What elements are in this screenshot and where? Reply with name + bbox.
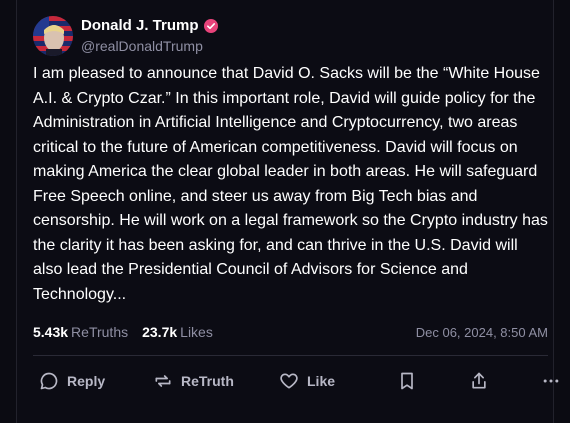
author-handle[interactable]: @realDonaldTrump <box>81 38 203 54</box>
likes-count[interactable]: 23.7k <box>142 324 177 340</box>
verified-badge-icon <box>203 18 218 33</box>
bookmark-icon <box>401 372 413 390</box>
more-options-button[interactable] <box>541 367 561 395</box>
retruth-icon <box>155 375 171 387</box>
post-timestamp[interactable]: Dec 06, 2024, 8:50 AM <box>416 325 548 340</box>
retruths-count[interactable]: 5.43k <box>33 324 68 340</box>
author-display-name[interactable]: Donald J. Trump <box>81 17 199 34</box>
post-text: I am pleased to announce that David O. S… <box>33 65 548 303</box>
avatar[interactable] <box>33 16 73 56</box>
post-card: Donald J. Trump @realDonaldTrump I am pl… <box>16 0 559 423</box>
share-button[interactable] <box>469 367 489 395</box>
retruths-label[interactable]: ReTruths <box>71 324 128 340</box>
more-icon <box>543 379 559 383</box>
like-button[interactable]: Like <box>279 367 335 395</box>
reply-icon <box>40 372 58 390</box>
author-name-row: Donald J. Trump <box>81 17 218 34</box>
retruth-label: ReTruth <box>181 373 234 389</box>
post-actions: Reply ReTruth Like <box>33 367 561 395</box>
divider <box>33 355 548 356</box>
share-icon <box>472 372 486 389</box>
like-label: Like <box>307 373 336 389</box>
bookmark-button[interactable] <box>397 367 417 395</box>
retruth-button[interactable]: ReTruth <box>153 367 234 395</box>
reply-button[interactable]: Reply <box>39 367 105 395</box>
likes-label[interactable]: Likes <box>180 324 213 340</box>
heart-icon <box>280 373 298 389</box>
reply-label: Reply <box>67 373 106 389</box>
post-stats: 5.43k ReTruths 23.7k Likes Dec 06, 2024,… <box>33 324 548 340</box>
